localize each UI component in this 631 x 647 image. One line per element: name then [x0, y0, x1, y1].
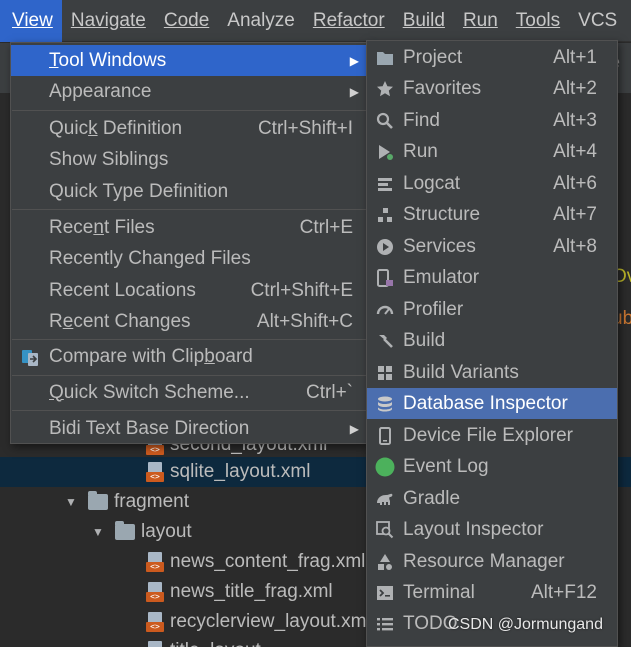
menu-item-appearance[interactable]: Appearance ▶ — [11, 76, 367, 107]
tool-window-favorites[interactable]: Favorites Alt+2 — [367, 73, 617, 104]
layout-inspector-icon — [375, 520, 395, 540]
menu-separator — [12, 410, 367, 411]
xml-file-icon: <> — [146, 641, 164, 647]
tool-window-build[interactable]: Build — [367, 325, 617, 356]
shortcut-label: Alt+3 — [553, 109, 597, 131]
tool-window-services[interactable]: Services Alt+8 — [367, 231, 617, 262]
emulator-icon — [375, 268, 395, 288]
menu-item-tool-windows[interactable]: Tool Windows ▶ — [11, 45, 367, 76]
folder-icon — [375, 48, 395, 68]
xml-file-icon: <> — [146, 612, 164, 632]
xml-file-icon: <> — [146, 552, 164, 572]
database-icon — [375, 394, 395, 414]
tool-window-terminal[interactable]: Terminal Alt+F12 — [367, 577, 617, 608]
menu-run[interactable]: Run — [454, 0, 507, 42]
structure-icon — [375, 205, 395, 225]
menu-separator — [12, 375, 367, 376]
shortcut-label: Alt+1 — [553, 46, 597, 68]
menu-bar: View Navigate Code Analyze Refactor Buil… — [0, 0, 631, 42]
folder-icon — [88, 491, 108, 510]
profiler-icon — [375, 300, 395, 320]
menu-item-recent-files[interactable]: Recent Files Ctrl+E — [11, 212, 367, 243]
shortcut-label: Alt+2 — [553, 77, 597, 99]
xml-file-icon: <> — [146, 582, 164, 602]
tool-window-resource-manager[interactable]: Resource Manager — [367, 546, 617, 577]
menu-refactor[interactable]: Refactor — [304, 0, 394, 42]
services-icon — [375, 237, 395, 257]
tool-window-logcat[interactable]: Logcat Alt+6 — [367, 168, 617, 199]
compare-clipboard-icon — [20, 347, 40, 367]
shortcut-label: Ctrl+` — [306, 381, 353, 403]
menu-separator — [12, 209, 367, 210]
menu-tools[interactable]: Tools — [507, 0, 569, 42]
tool-window-emulator[interactable]: Emulator — [367, 262, 617, 293]
submenu-arrow-icon: ▶ — [349, 84, 359, 99]
menu-build[interactable]: Build — [394, 0, 454, 42]
tool-window-find[interactable]: Find Alt+3 — [367, 105, 617, 136]
event-log-icon — [375, 457, 395, 477]
shortcut-label: Alt+7 — [553, 203, 597, 225]
tool-window-device-file-explorer[interactable]: Device File Explorer — [367, 420, 617, 451]
menu-analyze[interactable]: Analyze — [218, 0, 304, 42]
shortcut-label: Ctrl+Shift+E — [250, 279, 353, 301]
menu-item-recent-changes[interactable]: Recent Changes Alt+Shift+C — [11, 306, 367, 337]
menu-item-quick-switch-scheme[interactable]: Quick Switch Scheme... Ctrl+` — [11, 377, 367, 408]
folder-icon — [115, 521, 135, 540]
menu-item-show-siblings[interactable]: Show Siblings — [11, 144, 367, 175]
tool-window-structure[interactable]: Structure Alt+7 — [367, 199, 617, 230]
resource-manager-icon — [375, 552, 395, 572]
hammer-icon — [375, 331, 395, 351]
tool-window-profiler[interactable]: Profiler — [367, 294, 617, 325]
menu-vcs[interactable]: VCS — [569, 0, 626, 42]
shortcut-label: Ctrl+Shift+I — [257, 117, 353, 139]
tool-windows-submenu: Project Alt+1 Favorites Alt+2 Find Alt+3… — [366, 40, 618, 647]
device-icon — [375, 426, 395, 446]
star-icon — [375, 79, 395, 99]
tool-window-project[interactable]: Project Alt+1 — [367, 42, 617, 73]
tool-window-gradle[interactable]: Gradle — [367, 483, 617, 514]
menu-item-recently-changed-files[interactable]: Recently Changed Files — [11, 243, 367, 274]
gradle-icon — [375, 489, 395, 509]
todo-icon — [375, 614, 395, 634]
build-variants-icon — [375, 363, 395, 383]
menu-item-quick-definition[interactable]: Quick Definition Ctrl+Shift+I — [11, 113, 367, 144]
submenu-arrow-icon: ▶ — [349, 421, 359, 436]
run-icon — [375, 142, 395, 162]
menu-item-bidi-text[interactable]: Bidi Text Base Direction ▶ — [11, 413, 367, 444]
xml-file-icon: <> — [146, 462, 164, 482]
menu-separator — [12, 110, 367, 111]
shortcut-label: Alt+8 — [553, 235, 597, 257]
menu-view[interactable]: View — [0, 0, 62, 42]
tool-window-build-variants[interactable]: Build Variants — [367, 357, 617, 388]
shortcut-label: Alt+4 — [553, 140, 597, 162]
logcat-icon — [375, 174, 395, 194]
watermark: CSDN @Jormungand — [448, 616, 603, 633]
tool-window-database-inspector[interactable]: Database Inspector — [367, 388, 617, 419]
shortcut-label: Ctrl+E — [299, 216, 353, 238]
tool-window-layout-inspector[interactable]: Layout Inspector — [367, 514, 617, 545]
shortcut-label: Alt+F12 — [530, 581, 597, 603]
view-menu-dropdown: Tool Windows ▶ Appearance ▶ Quick Defini… — [10, 42, 368, 444]
submenu-arrow-icon: ▶ — [349, 53, 359, 68]
menu-item-quick-type-definition[interactable]: Quick Type Definition — [11, 176, 367, 207]
menu-separator — [12, 339, 367, 340]
menu-navigate[interactable]: Navigate — [62, 0, 155, 42]
chevron-down-icon[interactable]: ▼ — [64, 495, 78, 509]
tool-window-run[interactable]: Run Alt+4 — [367, 136, 617, 167]
menu-item-recent-locations[interactable]: Recent Locations Ctrl+Shift+E — [11, 275, 367, 306]
menu-code[interactable]: Code — [155, 0, 218, 42]
search-icon — [375, 111, 395, 131]
shortcut-label: Alt+Shift+C — [256, 310, 353, 332]
shortcut-label: Alt+6 — [553, 172, 597, 194]
menu-item-compare-clipboard[interactable]: Compare with Clipboard — [11, 341, 367, 372]
terminal-icon — [375, 583, 395, 603]
tool-window-event-log[interactable]: Event Log — [367, 451, 617, 482]
chevron-down-icon[interactable]: ▼ — [91, 525, 105, 539]
